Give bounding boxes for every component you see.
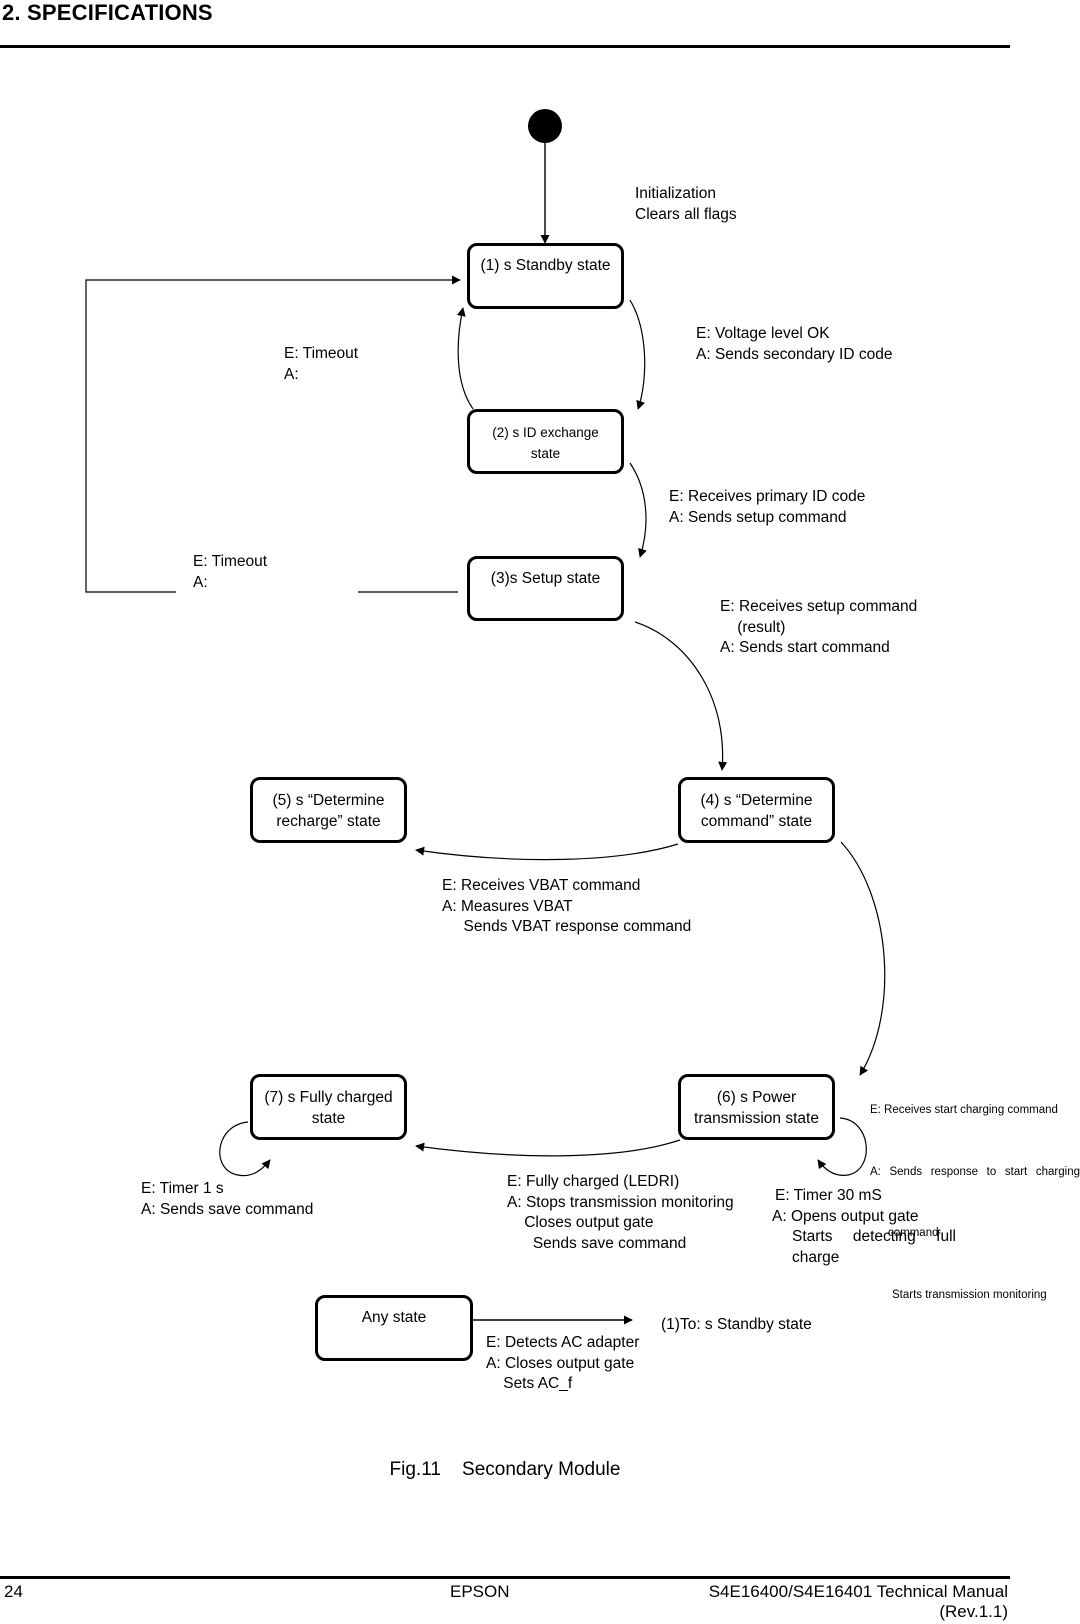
footer-rule bbox=[0, 1576, 1010, 1579]
state-id-exchange-label: (2) s ID exchange state bbox=[492, 425, 599, 461]
initial-state-dot bbox=[528, 109, 562, 143]
state-any[interactable]: Any state bbox=[315, 1295, 473, 1361]
transition-4-6-action-3: Starts transmission monitoring bbox=[892, 1288, 1047, 1301]
state-standby-label: (1) s Standby state bbox=[480, 257, 611, 274]
transition-6-self-action-3: charge bbox=[792, 1248, 840, 1266]
state-determine-recharge-label: (5) s “Determine recharge” state bbox=[272, 792, 385, 830]
transition-4-6-event: E: Receives start charging command bbox=[870, 1104, 1058, 1116]
state-power-transmission[interactable]: (6) s Power transmission state bbox=[678, 1074, 835, 1140]
edge-6-to-7 bbox=[415, 1139, 681, 1157]
footer-doc-title: S4E16400/S4E16401 Technical Manual (Rev.… bbox=[709, 1582, 1008, 1622]
edge-2-to-1 bbox=[456, 307, 474, 410]
state-id-exchange[interactable]: (2) s ID exchange state bbox=[467, 409, 624, 474]
state-determine-recharge[interactable]: (5) s “Determine recharge” state bbox=[250, 777, 407, 843]
transition-7-self-label: E: Timer 1 s A: Sends save command bbox=[141, 1180, 314, 1218]
transition-6-self-event: E: Timer 30 mS bbox=[775, 1187, 882, 1204]
edge-1-to-2 bbox=[629, 299, 646, 410]
edge-4-to-5 bbox=[415, 843, 679, 861]
state-determine-command-label: (4) s “Determine command” state bbox=[700, 792, 813, 830]
footer-brand: EPSON bbox=[450, 1582, 510, 1601]
transition-2-3-label: E: Receives primary ID code A: Sends set… bbox=[669, 488, 866, 526]
state-any-label: Any state bbox=[361, 1309, 427, 1326]
figure-caption: Fig.11 Secondary Module bbox=[389, 1459, 621, 1480]
transition-any-1-label: E: Detects AC adapter A: Closes output g… bbox=[486, 1334, 640, 1392]
transition-3-4-label: E: Receives setup command (result) A: Se… bbox=[720, 598, 918, 656]
edge-4-to-6 bbox=[840, 841, 886, 1076]
edge-3-to-4 bbox=[634, 621, 728, 771]
transition-1-2-label: E: Voltage level OK A: Sends secondary I… bbox=[696, 325, 893, 363]
footer-revision: (Rev.1.1) bbox=[939, 1602, 1008, 1621]
section-title: 2. SPECIFICATIONS bbox=[2, 0, 213, 25]
transition-any-1-target: (1)To: s Standby state bbox=[661, 1316, 812, 1333]
transition-6-self-label: E: Timer 30 mS A: Opens output gate Star… bbox=[772, 1186, 956, 1268]
transition-6-7-label: E: Fully charged (LEDRI) A: Stops transm… bbox=[507, 1173, 734, 1252]
page-number: 24 bbox=[4, 1582, 23, 1601]
transition-6-self-action-2: Starts detecting full bbox=[792, 1228, 956, 1245]
state-standby[interactable]: (1) s Standby state bbox=[467, 243, 624, 309]
header-rule bbox=[0, 45, 1010, 48]
transition-2-1-label: E: Timeout A: bbox=[284, 345, 359, 383]
transition-4-6-action-1: A: Sends response to start charging bbox=[870, 1165, 1080, 1178]
transition-4-5-label: E: Receives VBAT command A: Measures VBA… bbox=[442, 877, 692, 935]
footer-doc-title-text: S4E16400/S4E16401 Technical Manual bbox=[708, 1582, 1008, 1601]
transition-3-1-label: E: Timeout A: bbox=[193, 553, 268, 591]
state-fully-charged-label: (7) s Fully charged state bbox=[264, 1089, 393, 1127]
state-power-transmission-label: (6) s Power transmission state bbox=[694, 1089, 819, 1127]
initial-transition-label: Initialization Clears all flags bbox=[635, 185, 737, 223]
edge-3-to-1-b bbox=[85, 275, 461, 593]
state-setup[interactable]: (3)s Setup state bbox=[467, 556, 624, 621]
state-setup-label: (3)s Setup state bbox=[490, 570, 601, 587]
edge-2-to-3 bbox=[629, 462, 647, 558]
state-determine-command[interactable]: (4) s “Determine command” state bbox=[678, 777, 835, 843]
state-fully-charged[interactable]: (7) s Fully charged state bbox=[250, 1074, 407, 1140]
transition-6-self-action-1: A: Opens output gate bbox=[772, 1207, 919, 1225]
